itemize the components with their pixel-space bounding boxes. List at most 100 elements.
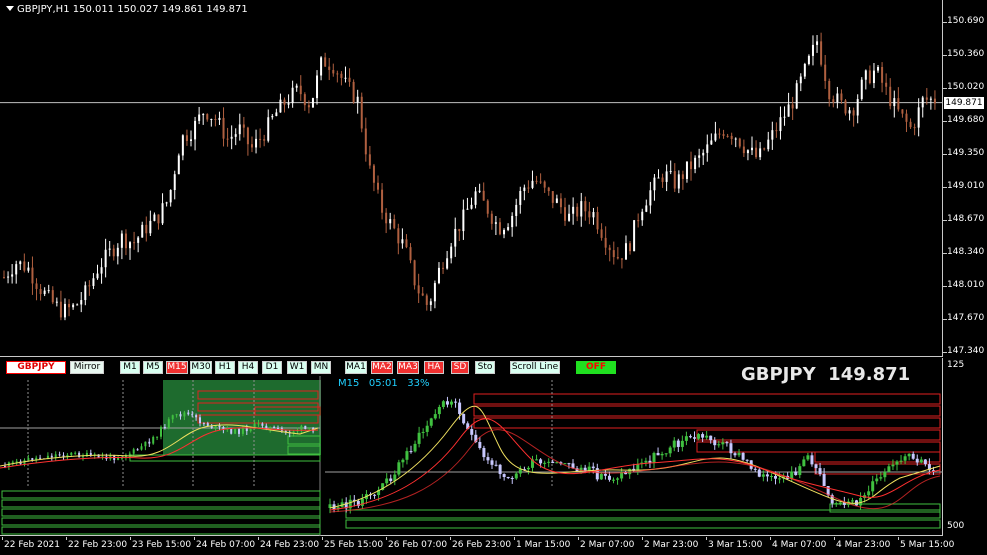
candle-body <box>726 135 729 137</box>
candle-body <box>421 293 424 296</box>
candle-body <box>909 121 912 128</box>
mini-candle-body <box>160 426 162 437</box>
candle-body <box>19 261 22 265</box>
candle-body <box>84 285 87 301</box>
candle-body <box>433 283 436 302</box>
indicator-button-ma1[interactable]: MA1 <box>345 361 367 374</box>
timeframe-button-m30[interactable]: M30 <box>190 361 212 374</box>
timeframe-button-m15[interactable]: M15 <box>166 361 188 374</box>
main-chart[interactable]: GBPJPY,H1 150.011 150.027 149.861 149.87… <box>0 0 987 357</box>
candle-body <box>11 274 14 277</box>
candle-body <box>901 109 904 114</box>
mini-candle-body <box>308 428 311 430</box>
indicator-button-ma3[interactable]: MA3 <box>397 361 419 374</box>
mirror-candle-body <box>437 406 441 415</box>
candle-body <box>198 114 201 121</box>
candle-body <box>763 148 766 150</box>
mirror-candle-body <box>360 498 364 506</box>
mirror-candle-body <box>907 453 911 457</box>
mirror-chart-window[interactable]: GBPJPY Mirror M1 M5 M15 M30 H1 H4 D1 W1 MN MA1 MA… <box>0 358 987 536</box>
candle-body <box>27 267 30 271</box>
mirror-candle-body <box>737 452 741 456</box>
candle-body <box>255 138 258 148</box>
mini-candle-body <box>206 423 209 426</box>
menu-triangle-icon[interactable] <box>6 6 14 11</box>
candle-body <box>454 228 457 247</box>
mirror-candle-body <box>709 435 713 441</box>
main-plot-area[interactable] <box>0 0 943 357</box>
price-axis-label: 150.690 <box>947 16 985 26</box>
candle-body <box>755 147 758 158</box>
time-axis-label: 24 Feb 23:00 <box>260 540 320 550</box>
candle-body <box>832 99 835 103</box>
candle-body <box>921 97 924 108</box>
candle-body <box>157 214 160 224</box>
timeframe-button-h1[interactable]: H1 <box>215 361 235 374</box>
candle-body <box>787 104 790 117</box>
candle-body <box>576 206 579 217</box>
mirror-candle-body <box>616 478 620 480</box>
indicator-button-sd[interactable]: SD <box>451 361 469 374</box>
price-axis-label: 148.670 <box>947 214 985 224</box>
candle-body <box>63 303 66 318</box>
candle-body <box>442 267 445 269</box>
mirror-candle-body <box>903 456 907 461</box>
candle-body <box>35 283 38 289</box>
candle-body <box>368 154 371 166</box>
mini-candle-body <box>179 414 182 417</box>
timeframe-button-mn[interactable]: MN <box>311 361 331 374</box>
candle-body <box>80 300 83 305</box>
candle-body <box>881 67 884 83</box>
candle-body <box>389 219 392 224</box>
indicator-button-ha[interactable]: HA <box>424 361 444 374</box>
mirror-candle-body <box>543 462 547 464</box>
timeframe-button-m1[interactable]: M1 <box>120 361 140 374</box>
candle-body <box>202 114 205 116</box>
mini-candle-body <box>261 423 264 426</box>
candle-body <box>397 228 400 244</box>
mirror-candle-body <box>660 453 664 456</box>
time-axis-tick <box>258 537 259 540</box>
candle-body <box>385 212 388 224</box>
indicator-button-ma2[interactable]: MA2 <box>371 361 393 374</box>
candle-body <box>165 202 168 204</box>
mini-candle-body <box>74 452 77 454</box>
candle-body <box>145 224 148 234</box>
mirror-candle-body <box>879 477 883 479</box>
mirror-candle-body <box>867 491 871 496</box>
timeframe-button-h4[interactable]: H4 <box>238 361 258 374</box>
candle-body <box>527 187 530 189</box>
candle-body <box>307 105 310 108</box>
timeframe-button-w1[interactable]: W1 <box>287 361 307 374</box>
indicator-button-sto[interactable]: Sto <box>475 361 495 374</box>
time-axis-label: 23 Feb 15:00 <box>132 540 192 550</box>
candle-body <box>124 233 127 249</box>
mirror-candle-body <box>753 468 757 470</box>
time-axis-label: 2 Mar 23:00 <box>644 540 699 550</box>
mirror-candle-body <box>612 479 615 481</box>
mirror-candle-body <box>441 401 445 407</box>
mini-candle-body <box>70 452 73 455</box>
symbol-button[interactable]: GBPJPY <box>6 361 66 374</box>
toggle-off-button[interactable]: OFF <box>576 361 616 374</box>
mirror-button[interactable]: Mirror <box>70 361 104 374</box>
time-axis-tick <box>770 537 771 540</box>
mini-candle-body <box>39 457 42 459</box>
time-axis[interactable]: 22 Feb 2021 22 Feb 23:00 23 Feb 15:00 24 Fe… <box>0 537 954 555</box>
timeframe-button-m5[interactable]: M5 <box>143 361 163 374</box>
mirror-candle-body <box>539 459 543 464</box>
mirror-candle-body <box>745 459 749 461</box>
scroll-line-button[interactable]: Scroll Line <box>510 361 560 374</box>
mirror-candle-body <box>385 478 389 484</box>
timeframe-button-d1[interactable]: D1 <box>262 361 282 374</box>
time-axis-label: 25 Feb 15:00 <box>324 540 384 550</box>
candle-body <box>559 198 562 208</box>
candle-body <box>340 73 343 78</box>
candle-body <box>616 257 619 259</box>
support-zone <box>345 519 941 529</box>
mirror-candle-body <box>899 460 903 462</box>
candle-body <box>108 248 111 250</box>
mini-candle-body <box>202 423 205 425</box>
mirror-candle-body <box>818 468 822 475</box>
candle-body <box>852 110 855 116</box>
